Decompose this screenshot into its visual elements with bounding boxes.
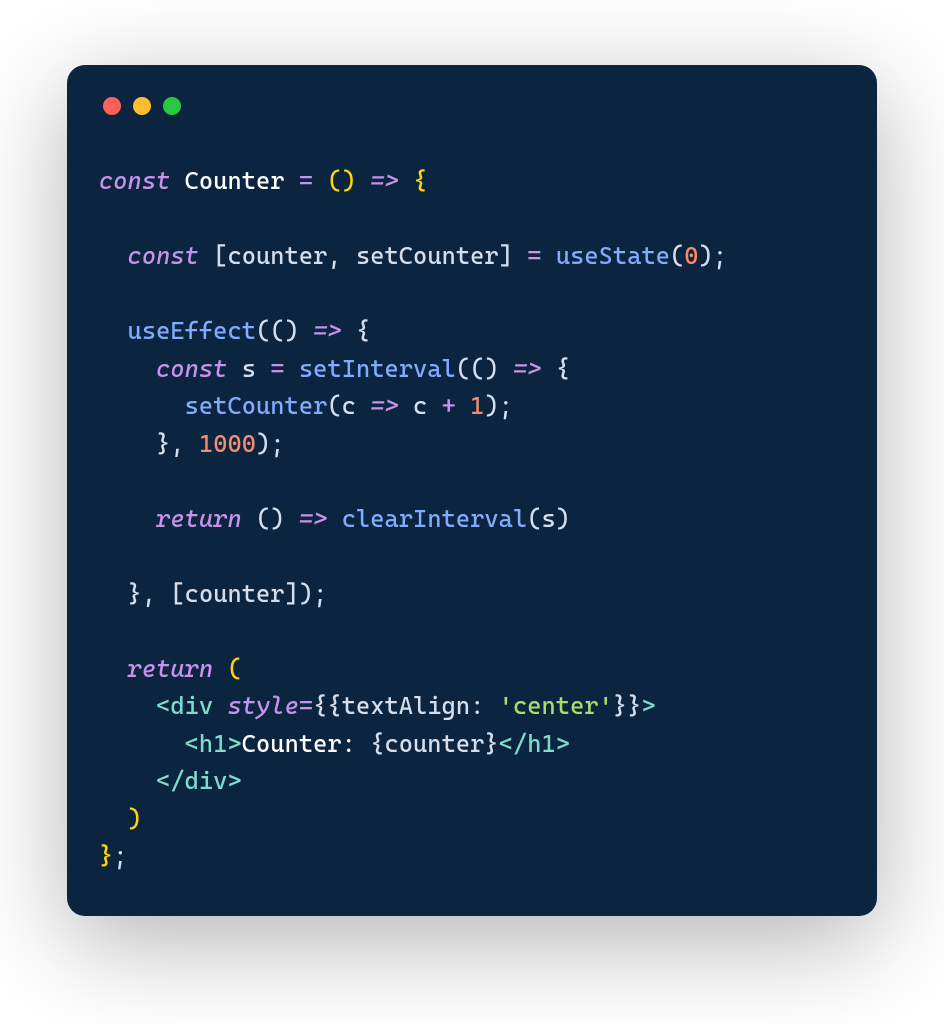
call-setCounter: setCounter	[185, 392, 328, 420]
canvas: const Counter = () => { const [counter, …	[0, 0, 944, 1024]
id-s: s	[242, 355, 256, 383]
id-c: c	[342, 392, 356, 420]
prop-textAlign: textAlign	[342, 692, 470, 720]
call-useEffect: useEffect	[128, 317, 256, 345]
id-counter: counter	[227, 242, 327, 270]
jsx-div-open: div	[170, 692, 213, 720]
jsx-h1-close: h1	[527, 730, 556, 758]
id-counter-fn: Counter	[185, 167, 285, 195]
kw-return: return	[156, 505, 242, 533]
minimize-icon	[133, 97, 151, 115]
zoom-icon	[163, 97, 181, 115]
jsx-div-close: div	[185, 767, 228, 795]
str-center: 'center'	[499, 692, 613, 720]
jsx-h1-open: h1	[199, 730, 228, 758]
window-traffic-lights	[103, 97, 845, 115]
call-setInterval: setInterval	[299, 355, 456, 383]
kw-const: const	[99, 167, 170, 195]
id-setCounter: setCounter	[356, 242, 499, 270]
close-icon	[103, 97, 121, 115]
attr-style: style	[227, 692, 298, 720]
code-card: const Counter = () => { const [counter, …	[67, 65, 877, 916]
card-shadow-wrap: const Counter = () => { const [counter, …	[67, 65, 877, 916]
call-useState: useState	[556, 242, 670, 270]
jsx-text: Counter:	[242, 730, 370, 758]
call-clearInterval: clearInterval	[342, 505, 528, 533]
code-block: const Counter = () => { const [counter, …	[99, 163, 845, 876]
